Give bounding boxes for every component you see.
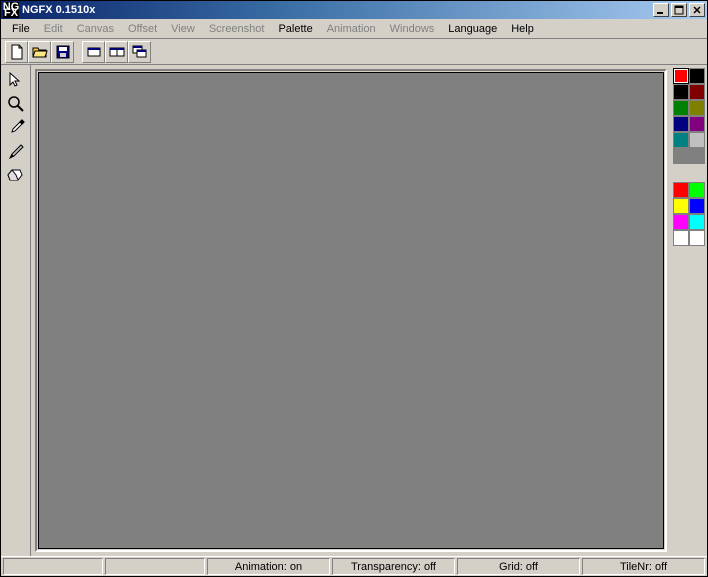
color-swatch[interactable] bbox=[673, 132, 689, 148]
toolbar bbox=[1, 39, 707, 65]
color-swatch[interactable] bbox=[689, 116, 705, 132]
color-swatch[interactable] bbox=[689, 68, 705, 84]
status-cell-empty-1 bbox=[3, 558, 103, 575]
select-tool[interactable] bbox=[5, 69, 27, 91]
close-button[interactable] bbox=[689, 3, 705, 17]
color-swatch[interactable] bbox=[689, 198, 705, 214]
magnifier-icon bbox=[7, 95, 25, 113]
statusbar: Animation: on Transparency: off Grid: of… bbox=[1, 556, 707, 576]
window-layout-3-button[interactable] bbox=[128, 41, 151, 63]
color-swatch[interactable] bbox=[673, 68, 689, 84]
menu-view[interactable]: View bbox=[164, 21, 202, 37]
menu-windows[interactable]: Windows bbox=[383, 21, 442, 37]
menu-file[interactable]: File bbox=[5, 21, 37, 37]
brush-tool[interactable] bbox=[5, 141, 27, 163]
color-swatch[interactable] bbox=[673, 84, 689, 100]
minimize-button[interactable] bbox=[653, 3, 669, 17]
menu-language[interactable]: Language bbox=[441, 21, 504, 37]
color-swatch[interactable] bbox=[673, 116, 689, 132]
workspace bbox=[1, 65, 707, 556]
menu-screenshot[interactable]: Screenshot bbox=[202, 21, 272, 37]
eyedropper-icon bbox=[7, 119, 25, 137]
open-folder-icon bbox=[32, 44, 48, 60]
app-window: NGFX NGFX 0.1510x File Edit Canvas Offse… bbox=[0, 0, 708, 577]
maximize-button[interactable] bbox=[671, 3, 687, 17]
color-swatch[interactable] bbox=[689, 182, 705, 198]
eyedropper-tool[interactable] bbox=[5, 117, 27, 139]
color-swatch[interactable] bbox=[689, 230, 705, 246]
zoom-tool[interactable] bbox=[5, 93, 27, 115]
status-cell-empty-2 bbox=[105, 558, 205, 575]
status-animation: Animation: on bbox=[207, 558, 330, 575]
window-layout-1-button[interactable] bbox=[82, 41, 105, 63]
window-layout-2-button[interactable] bbox=[105, 41, 128, 63]
color-swatch[interactable] bbox=[689, 100, 705, 116]
color-swatch[interactable] bbox=[673, 100, 689, 116]
menu-canvas[interactable]: Canvas bbox=[70, 21, 121, 37]
menubar: File Edit Canvas Offset View Screenshot … bbox=[1, 19, 707, 39]
titlebar[interactable]: NGFX NGFX 0.1510x bbox=[1, 1, 707, 19]
canvas-container bbox=[31, 65, 671, 556]
eraser-icon bbox=[7, 167, 25, 185]
save-disk-icon bbox=[55, 44, 71, 60]
status-tilenr: TileNr: off bbox=[582, 558, 705, 575]
menu-edit[interactable]: Edit bbox=[37, 21, 70, 37]
canvas-frame bbox=[35, 69, 667, 552]
window-split-icon bbox=[109, 44, 125, 60]
brush-icon bbox=[7, 143, 25, 161]
status-grid: Grid: off bbox=[457, 558, 580, 575]
color-swatch[interactable] bbox=[689, 148, 705, 164]
new-file-icon bbox=[9, 44, 25, 60]
save-file-button[interactable] bbox=[51, 41, 74, 63]
drawing-canvas[interactable] bbox=[38, 72, 664, 549]
color-swatch[interactable] bbox=[689, 132, 705, 148]
menu-offset[interactable]: Offset bbox=[121, 21, 164, 37]
cursor-icon bbox=[7, 71, 25, 89]
color-swatch[interactable] bbox=[673, 230, 689, 246]
color-swatch[interactable] bbox=[673, 198, 689, 214]
eraser-tool[interactable] bbox=[5, 165, 27, 187]
menu-help[interactable]: Help bbox=[504, 21, 541, 37]
window-title: NGFX 0.1510x bbox=[22, 4, 653, 16]
color-swatch[interactable] bbox=[673, 214, 689, 230]
menu-palette[interactable]: Palette bbox=[271, 21, 319, 37]
toolbox bbox=[1, 65, 31, 556]
color-swatch[interactable] bbox=[689, 84, 705, 100]
new-file-button[interactable] bbox=[5, 41, 28, 63]
color-swatch[interactable] bbox=[673, 182, 689, 198]
color-swatch[interactable] bbox=[689, 214, 705, 230]
status-transparency: Transparency: off bbox=[332, 558, 455, 575]
open-file-button[interactable] bbox=[28, 41, 51, 63]
color-palette bbox=[671, 65, 707, 556]
color-swatch[interactable] bbox=[673, 148, 689, 164]
app-logo-icon: NGFX bbox=[3, 2, 19, 18]
window-icon bbox=[86, 44, 102, 60]
window-cascade-icon bbox=[132, 44, 148, 60]
menu-animation[interactable]: Animation bbox=[320, 21, 383, 37]
